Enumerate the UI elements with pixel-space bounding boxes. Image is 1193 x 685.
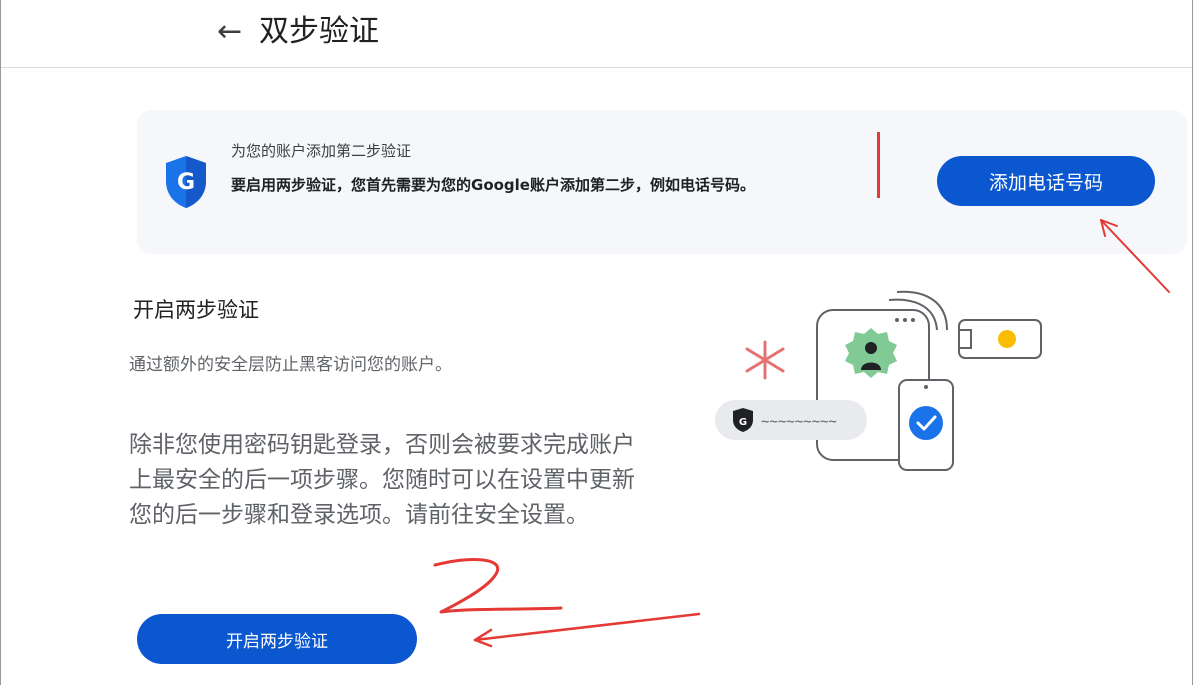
security-key-icon — [958, 319, 1042, 359]
page-header: ← 双步验证 — [1, 0, 1192, 68]
annotation-red-line — [877, 132, 880, 198]
banner-description: 要启用两步验证，您首先需要为您的Google账户添加第二步，例如电话号码。 — [231, 176, 755, 194]
annotation-number-2 — [433, 558, 563, 614]
passkey-notice: 除非您使用密码钥匙登录，否则会被要求完成账户上最安全的后一项步骤。您随时可以在设… — [129, 432, 635, 528]
google-chip: G ~~~~~~~~~ — [715, 400, 867, 440]
page-title: 双步验证 — [259, 14, 379, 49]
enable-2sv-subtitle: 通过额外的安全层防止黑客访问您的账户。 — [129, 355, 452, 375]
security-illustration: G ~~~~~~~~~ — [715, 290, 1042, 471]
annotation-arrow-2 — [473, 612, 701, 648]
svg-text:~~~~~~~~~: ~~~~~~~~~ — [761, 414, 837, 430]
add-second-step-banner: G 为您的账户添加第二步验证 要启用两步验证，您首先需要为您的Google账户添… — [137, 110, 1187, 254]
phone-icon — [898, 379, 954, 471]
asterisk-icon — [745, 340, 785, 380]
enable-2sv-title: 开启两步验证 — [133, 298, 259, 322]
svg-text:G: G — [739, 417, 747, 428]
google-shield-icon: G — [166, 156, 206, 208]
enable-2sv-button[interactable]: 开启两步验证 — [137, 614, 417, 664]
add-phone-number-button[interactable]: 添加电话号码 — [937, 156, 1155, 206]
page-frame: ← 双步验证 G 为您的账户添加第二步验证 要启用两步验证，您首先需要为您的Go… — [0, 0, 1193, 685]
banner-title: 为您的账户添加第二步验证 — [231, 142, 412, 160]
shield-letter: G — [177, 170, 195, 195]
back-arrow-icon[interactable]: ← — [217, 14, 242, 50]
